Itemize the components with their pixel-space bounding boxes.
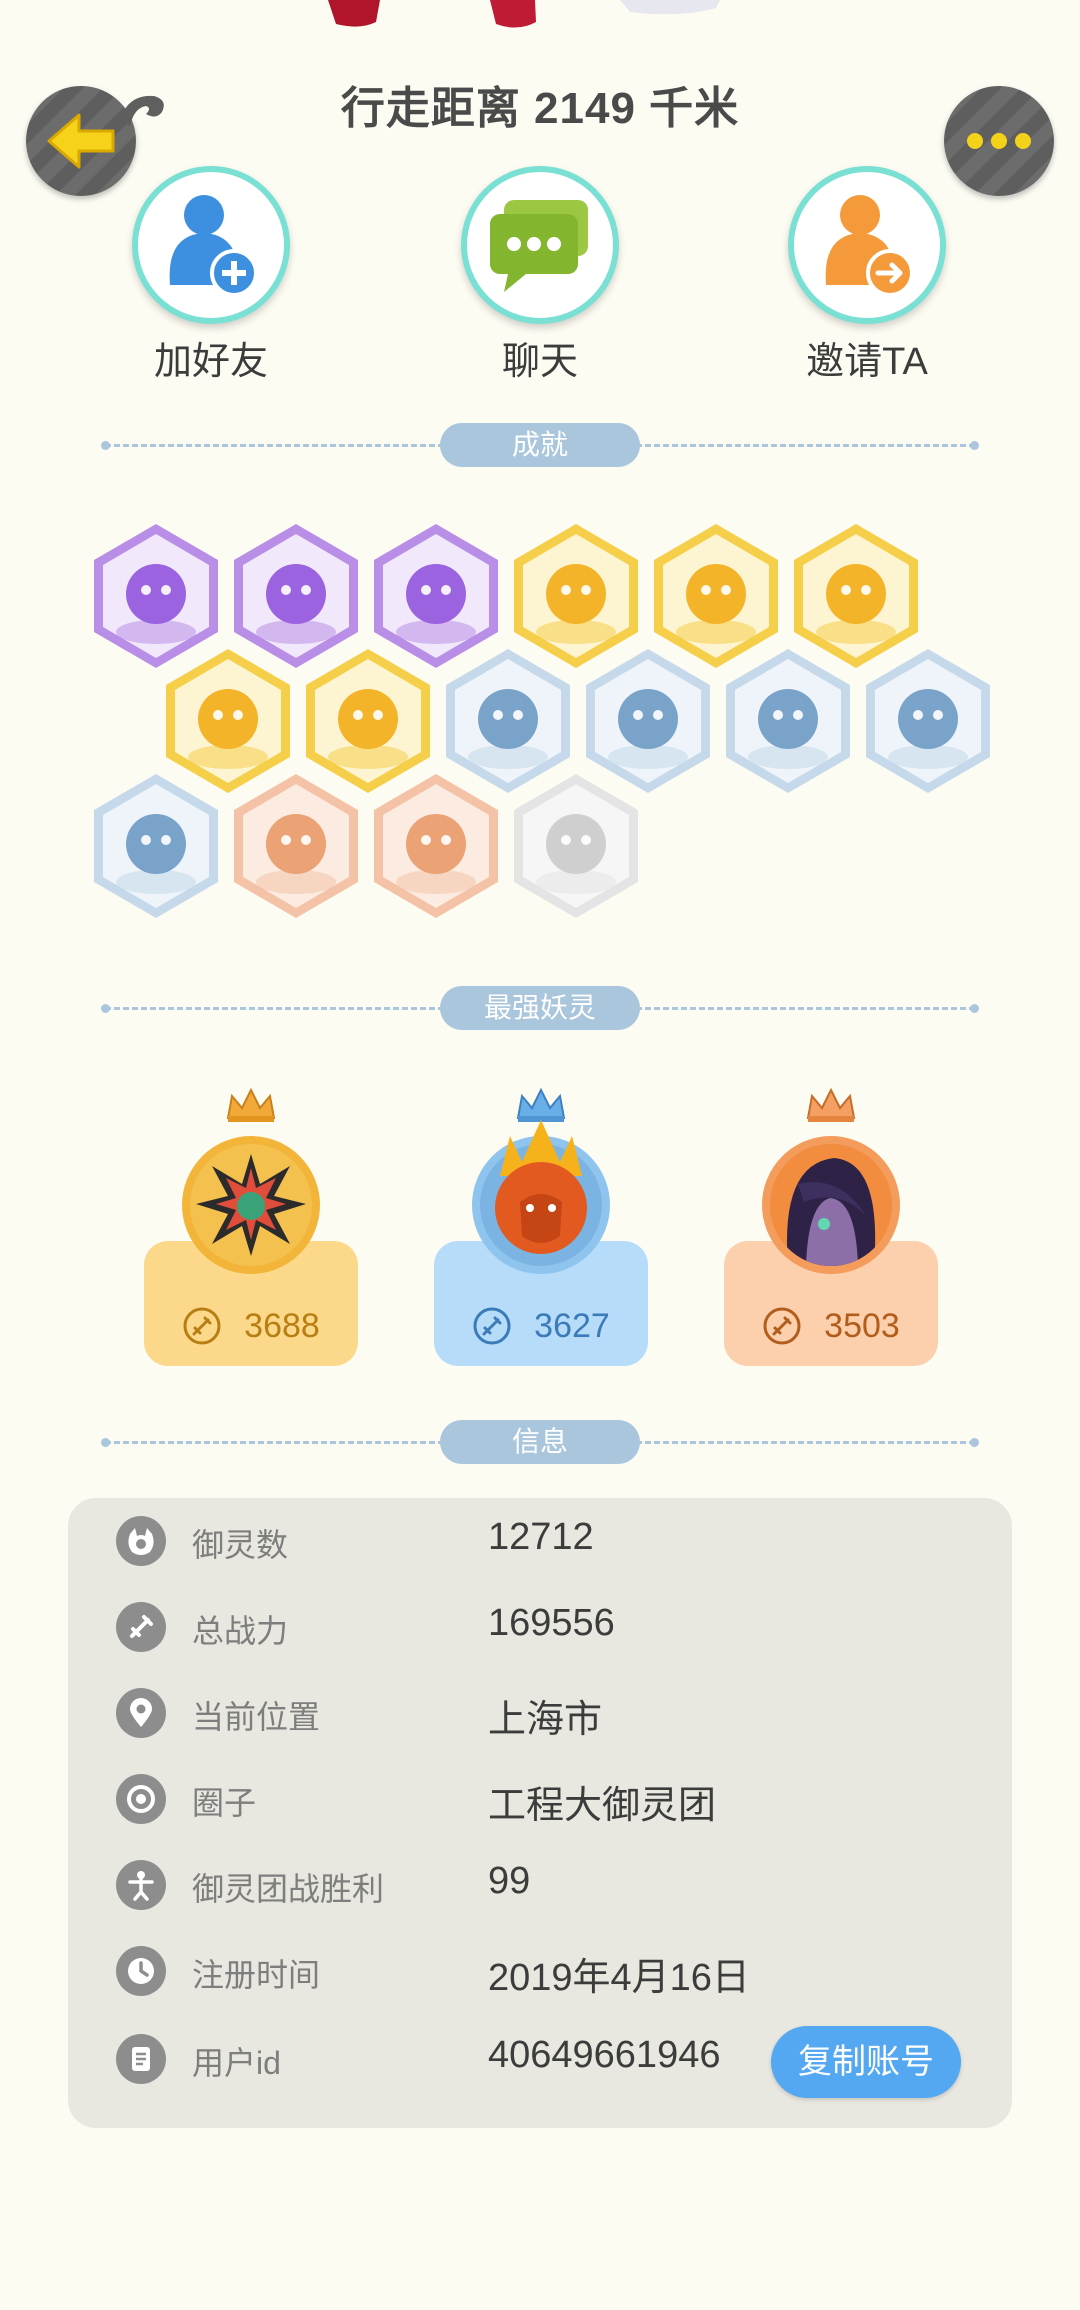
info-value: 上海市 [488,1699,603,1741]
info-key: 御灵团战胜利 [192,1871,385,1907]
strongest-section-title: 最强妖灵 [440,986,640,1030]
info-value: 99 [488,1860,531,1902]
sword-power-icon [763,1307,801,1345]
id-card-icon [116,2034,166,2084]
sword-icon [116,1602,166,1652]
chat-label: 聊天 [501,341,578,383]
add-friend-icon [169,195,258,297]
info-key: 当前位置 [192,1699,321,1735]
flame-warrior-spirit-avatar [472,1120,610,1274]
spirit-count-icon [116,1516,166,1566]
sword-power-icon [183,1307,221,1345]
invite-icon [825,195,914,297]
shield-badge-icon[interactable] [88,770,224,922]
circle-target-icon [116,1774,166,1824]
purple-hair-spirit-avatar [762,1136,900,1274]
invite-button[interactable]: 邀请TA [782,166,952,385]
info-value: 40649661946 [488,2034,721,2076]
info-key: 总战力 [192,1613,289,1649]
spirit-power-value: 3688 [244,1306,320,1345]
info-value: 12712 [488,1516,594,1558]
chat-button[interactable]: 聊天 [455,166,625,385]
info-row-circle: 圈子 工程大御灵团 [68,1760,1012,1846]
info-key: 御灵数 [192,1527,289,1563]
strongest-spirit-3[interactable]: 3503 [724,1086,938,1366]
spirit-power-value: 3503 [824,1306,900,1345]
info-panel: 御灵数 12712 总战力 169556 当前位置 上海市 圈子 工程大御灵团 … [68,1498,1012,2128]
info-key: 用户id [192,2045,281,2081]
clock-icon [116,1946,166,1996]
info-key: 圈子 [192,1785,257,1821]
info-value: 工程大御灵团 [488,1785,717,1827]
cat-cart-badge-icon[interactable] [508,770,644,922]
invite-label: 邀请TA [806,341,928,383]
info-value: 2019年4月16日 [488,1957,750,1999]
add-friend-button[interactable]: 加好友 [126,166,296,385]
dragon-fish-badge-icon[interactable] [860,645,996,797]
more-dots-icon [967,133,1031,149]
dark-spiked-spirit-avatar [182,1136,320,1274]
location-pin-icon [116,1688,166,1738]
pair-statue-badge-icon[interactable] [368,770,504,922]
chat-icon [490,200,588,292]
strongest-spirit-1[interactable]: 3688 [144,1086,358,1366]
back-button-tail [120,95,164,126]
info-value: 169556 [488,1602,615,1644]
back-arrow-icon [47,113,115,169]
crown-icon [226,1087,276,1122]
frozen-figure-badge-icon[interactable] [720,645,856,797]
info-row-total-power: 总战力 169556 [68,1588,1012,1674]
info-row-guild-wins: 御灵团战胜利 99 [68,1846,1012,1932]
achievements-section-title: 成就 [440,423,640,467]
crown-icon [806,1087,856,1122]
info-section-title: 信息 [440,1420,640,1464]
bull-statue-badge-icon[interactable] [228,770,364,922]
spirit-power-value: 3627 [534,1306,610,1345]
sword-power-icon [473,1307,511,1345]
info-row-spirit-count: 御灵数 12712 [68,1502,1012,1588]
info-row-register-date: 注册时间 2019年4月16日 [68,1932,1012,2018]
trophy-figure-icon [116,1860,166,1910]
info-row-location: 当前位置 上海市 [68,1674,1012,1760]
info-key: 注册时间 [192,1957,321,1993]
more-button[interactable] [944,86,1054,196]
character-feet [328,0,720,28]
strongest-spirit-2[interactable]: 3627 [434,1086,648,1366]
add-friend-label: 加好友 [153,341,268,383]
copy-account-button[interactable]: 复制账号 [771,2026,961,2098]
